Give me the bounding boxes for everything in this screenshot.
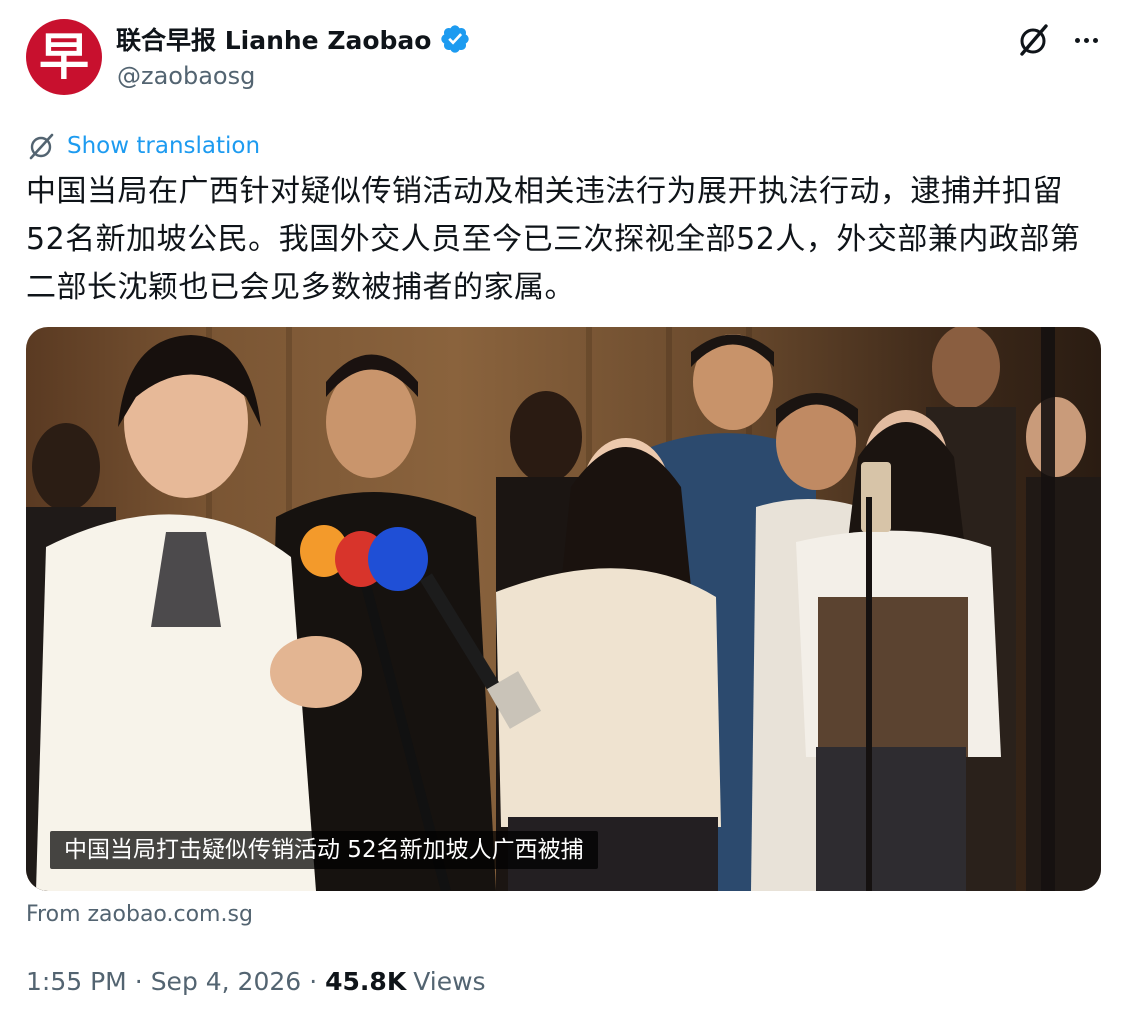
user-handle[interactable]: @zaobaosg — [117, 62, 255, 90]
link-card-caption[interactable]: 中国当局打击疑似传销活动 52名新加坡人广西被捕 — [50, 831, 598, 869]
views-count: 45.8K — [325, 966, 407, 996]
display-name[interactable]: 联合早报 Lianhe Zaobao — [116, 21, 431, 57]
author-name-row: 联合早报 Lianhe Zaobao — [116, 20, 471, 58]
tweet-text: 中国当局在广西针对疑似传销活动及相关违法行为展开执法行动，逮捕并扣留52名新加坡… — [26, 174, 1081, 305]
ellipsis-dot-icon — [1083, 37, 1089, 43]
tweet-time[interactable]: 1:55 PM — [26, 967, 127, 996]
link-card-source[interactable]: From zaobao.com.sg — [26, 902, 253, 927]
ellipsis-dot-icon — [1074, 37, 1080, 43]
avatar[interactable]: 早 — [26, 19, 102, 95]
verified-badge-icon[interactable] — [439, 23, 471, 55]
press-scene-photo — [26, 327, 1101, 891]
meta-separator: · — [309, 966, 318, 996]
grok-icon[interactable] — [1014, 20, 1054, 60]
more-options-button[interactable] — [1066, 22, 1106, 58]
tweet-meta: 1:55 PM · Sep 4, 2026 · 45.8K Views — [26, 964, 486, 998]
show-translation-row[interactable]: Show translation — [28, 131, 260, 161]
avatar-logo-glyph: 早 — [39, 27, 89, 86]
ellipsis-dot-icon — [1092, 37, 1098, 43]
views-label: Views — [413, 966, 486, 996]
translate-icon — [29, 133, 54, 160]
link-card-image[interactable] — [26, 327, 1101, 891]
show-translation-link[interactable]: Show translation — [67, 133, 260, 159]
meta-separator: · — [134, 966, 143, 996]
tweet-date[interactable]: Sep 4, 2026 — [151, 967, 302, 996]
